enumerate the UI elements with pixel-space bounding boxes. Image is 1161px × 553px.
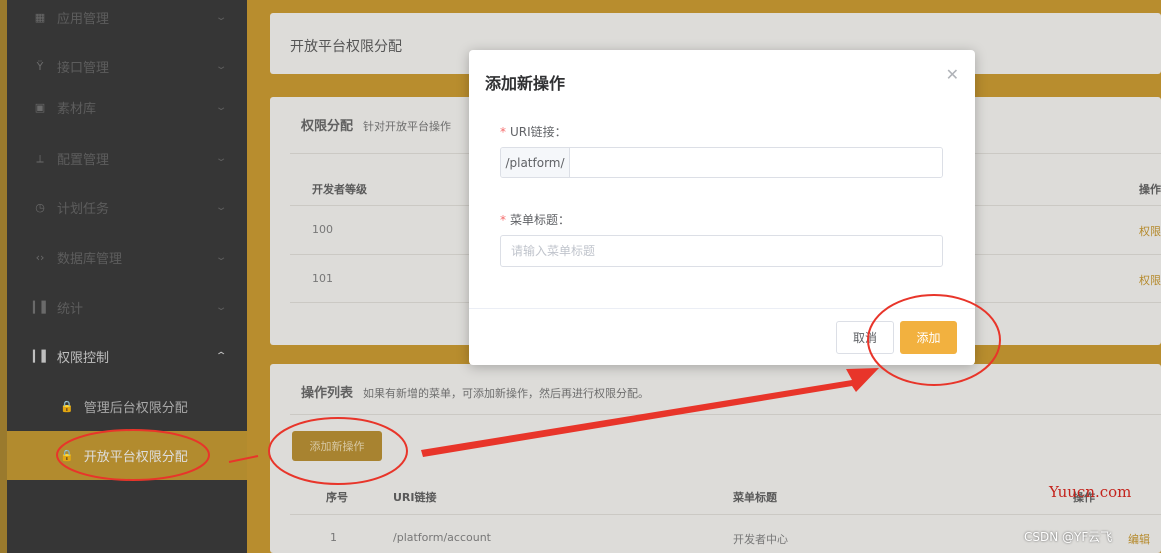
table-cell-level: 101	[312, 272, 333, 285]
cancel-button[interactable]: 取消	[836, 321, 894, 354]
author-watermark: CSDN @YF云飞	[1024, 530, 1113, 544]
operations-card-desc: 如果有新增的菜单，可添加新操作，然后再进行权限分配。	[363, 387, 650, 400]
chevron-up-icon: ⌃	[214, 351, 228, 362]
uri-prefix: /platform/	[501, 148, 570, 177]
sidebar-item-label: 应用管理	[57, 12, 110, 27]
table-cell-menu-title: 开发者中心	[733, 533, 788, 546]
required-marker: *	[500, 213, 506, 227]
site-watermark: Yuucn.com	[1049, 483, 1132, 501]
chevron-down-icon: ⌄	[214, 302, 228, 313]
permission-link[interactable]: 权限	[1139, 272, 1161, 288]
sidebar-item-app-management[interactable]: ▦ 应用管理 ⌄	[7, 0, 247, 42]
permission-card-desc: 针对开放平台操作	[363, 120, 452, 133]
add-button[interactable]: 添加	[900, 321, 957, 354]
column-header-menu-title: 菜单标题	[733, 491, 777, 504]
menu-title-label-text: 菜单标题：	[510, 213, 571, 227]
close-icon[interactable]: ✕	[946, 65, 959, 84]
divider	[290, 414, 1161, 415]
sidebar-item-materials[interactable]: ▣ 素材库 ⌄	[7, 83, 247, 132]
permission-link[interactable]: 权限	[1139, 223, 1161, 239]
sidebar-item-config[interactable]: ⟂ 配置管理 ⌄	[7, 134, 247, 183]
sidebar: ▦ 应用管理 ⌄ Ÿ 接口管理 ⌄ ▣ 素材库 ⌄ ⟂ 配置管理 ⌄ ◷ 计划任…	[0, 0, 247, 553]
sidebar-item-label: 接口管理	[57, 61, 110, 76]
permission-card-title: 权限分配 针对开放平台操作	[301, 115, 451, 134]
sidebar-strip	[0, 0, 7, 553]
uri-input[interactable]	[570, 148, 942, 177]
column-header-action: 操作	[1139, 183, 1161, 196]
sidebar-item-label: 配置管理	[57, 153, 110, 168]
chevron-down-icon: ⌄	[214, 202, 228, 213]
operations-card: 操作列表 如果有新增的菜单，可添加新操作，然后再进行权限分配。 序号 URI链接 …	[270, 364, 1161, 553]
sidebar-item-label: 素材库	[57, 102, 97, 117]
add-operation-button[interactable]: 添加新操作	[292, 431, 382, 461]
bar-chart-icon: ▎▌	[33, 301, 50, 314]
sidebar-item-label: 数据库管理	[57, 252, 123, 267]
table-cell-level: 100	[312, 223, 333, 236]
sidebar-item-database[interactable]: ‹› 数据库管理 ⌄	[7, 233, 247, 282]
sidebar-item-scheduled-tasks[interactable]: ◷ 计划任务 ⌄	[7, 183, 247, 232]
image-icon: ▣	[34, 101, 46, 114]
column-header-level: 开发者等级	[312, 183, 367, 196]
edit-link[interactable]: 编辑	[1128, 531, 1150, 547]
sidebar-item-permission-control[interactable]: ▎▌ 权限控制 ⌃	[7, 332, 247, 381]
dialog-title: 添加新操作	[485, 74, 566, 93]
divider	[290, 514, 1161, 515]
sidebar-item-label: 权限控制	[57, 351, 110, 366]
sidebar-item-label: 计划任务	[57, 202, 110, 217]
uri-label: * URI链接：	[500, 123, 567, 140]
chevron-down-icon: ⌄	[214, 102, 228, 113]
menu-title-label: * 菜单标题：	[500, 211, 570, 228]
column-header-index: 序号	[326, 491, 348, 504]
code-icon: ‹›	[35, 251, 45, 264]
uri-label-text: URI链接：	[510, 125, 567, 139]
lock-icon: 🔒	[60, 449, 74, 462]
sidebar-subitem-open-platform-permission[interactable]: 🔒 开放平台权限分配	[7, 431, 247, 480]
table-cell-uri: /platform/account	[393, 531, 491, 544]
bar-chart-icon: ▎▌	[33, 350, 50, 363]
menu-title-input[interactable]	[500, 235, 943, 267]
required-marker: *	[500, 125, 506, 139]
chevron-down-icon: ⌄	[214, 153, 228, 164]
operations-card-heading: 操作列表	[301, 386, 354, 401]
chevron-down-icon: ⌄	[214, 61, 228, 72]
chevron-down-icon: ⌄	[214, 252, 228, 263]
sidebar-item-statistics[interactable]: ▎▌ 统计 ⌄	[7, 283, 247, 332]
permission-card-heading: 权限分配	[301, 119, 354, 134]
chevron-down-icon: ⌄	[214, 12, 228, 23]
operations-card-title: 操作列表 如果有新增的菜单，可添加新操作，然后再进行权限分配。	[301, 382, 649, 401]
sidebar-item-label: 管理后台权限分配	[83, 401, 188, 416]
table-cell-index: 1	[330, 531, 337, 544]
grid-icon: ▦	[34, 11, 46, 24]
sidebar-item-label: 统计	[57, 302, 84, 317]
sidebar-item-label: 开放平台权限分配	[83, 450, 188, 465]
add-operation-dialog: 添加新操作 ✕ * URI链接： /platform/ * 菜单标题： 取消 添加	[469, 50, 975, 365]
uri-input-group: /platform/	[500, 147, 943, 178]
wrench-icon: ⟂	[36, 151, 44, 165]
dialog-footer-divider	[469, 308, 975, 309]
clock-icon: ◷	[35, 201, 45, 214]
lock-icon: 🔒	[60, 400, 74, 413]
sidebar-subitem-admin-permission[interactable]: 🔒 管理后台权限分配	[7, 382, 247, 431]
api-icon: Ÿ	[36, 60, 44, 73]
column-header-uri: URI链接	[393, 491, 437, 504]
page-title: 开放平台权限分配	[290, 39, 402, 55]
